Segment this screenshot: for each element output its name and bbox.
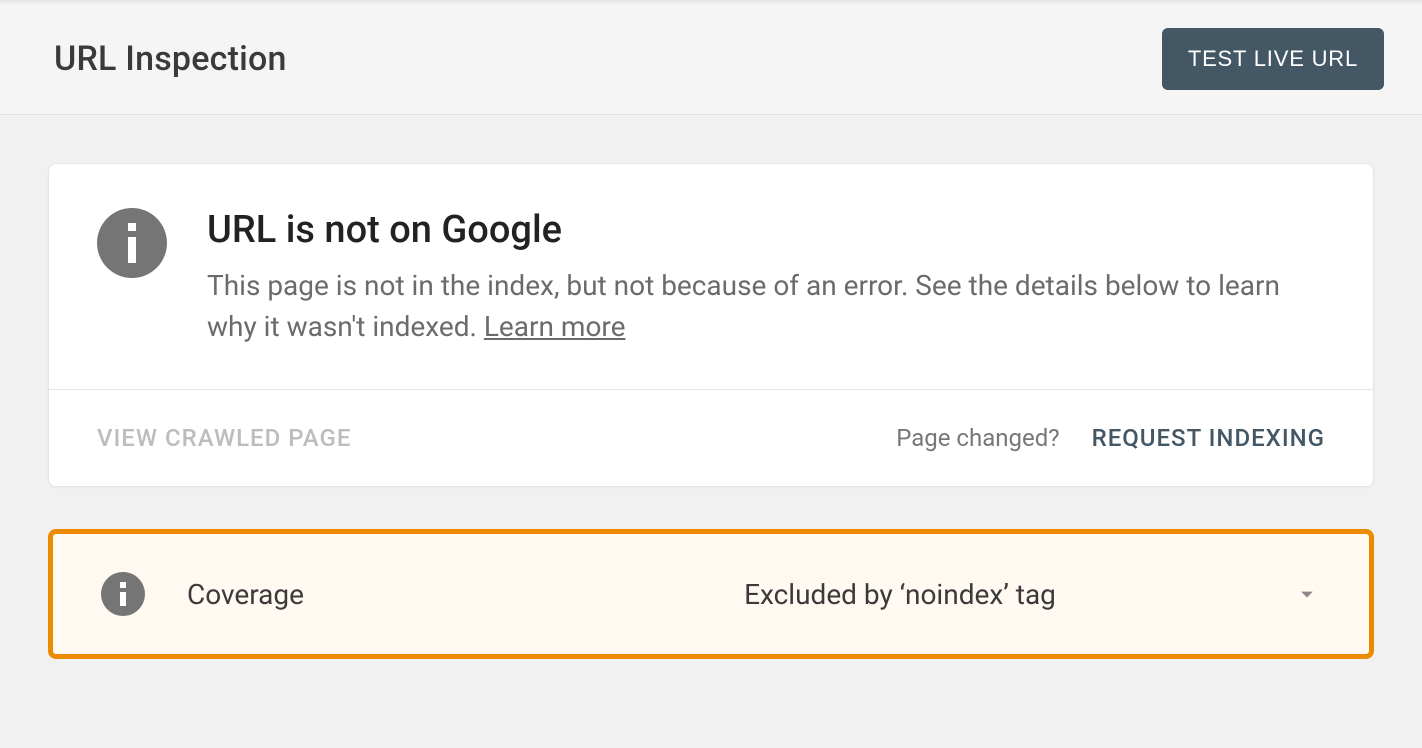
view-crawled-page-button: VIEW CRAWLED PAGE — [97, 424, 351, 452]
info-icon — [101, 572, 145, 616]
page-changed-label: Page changed? — [896, 424, 1059, 452]
status-card: URL is not on Google This page is not in… — [48, 163, 1374, 487]
coverage-label: Coverage — [187, 578, 507, 611]
status-description: This page is not in the index, but not b… — [207, 266, 1325, 347]
coverage-row[interactable]: Coverage Excluded by ‘noindex’ tag — [48, 529, 1374, 659]
header-bar: URL Inspection TEST LIVE URL — [0, 4, 1422, 115]
request-indexing-button[interactable]: REQUEST INDEXING — [1092, 424, 1325, 452]
learn-more-link[interactable]: Learn more — [484, 310, 626, 343]
coverage-value: Excluded by ‘noindex’ tag — [549, 578, 1251, 611]
test-live-url-button[interactable]: TEST LIVE URL — [1162, 28, 1384, 90]
info-icon — [97, 208, 167, 278]
chevron-down-icon — [1293, 580, 1321, 608]
page-title: URL Inspection — [54, 39, 287, 79]
status-heading: URL is not on Google — [207, 208, 1325, 252]
